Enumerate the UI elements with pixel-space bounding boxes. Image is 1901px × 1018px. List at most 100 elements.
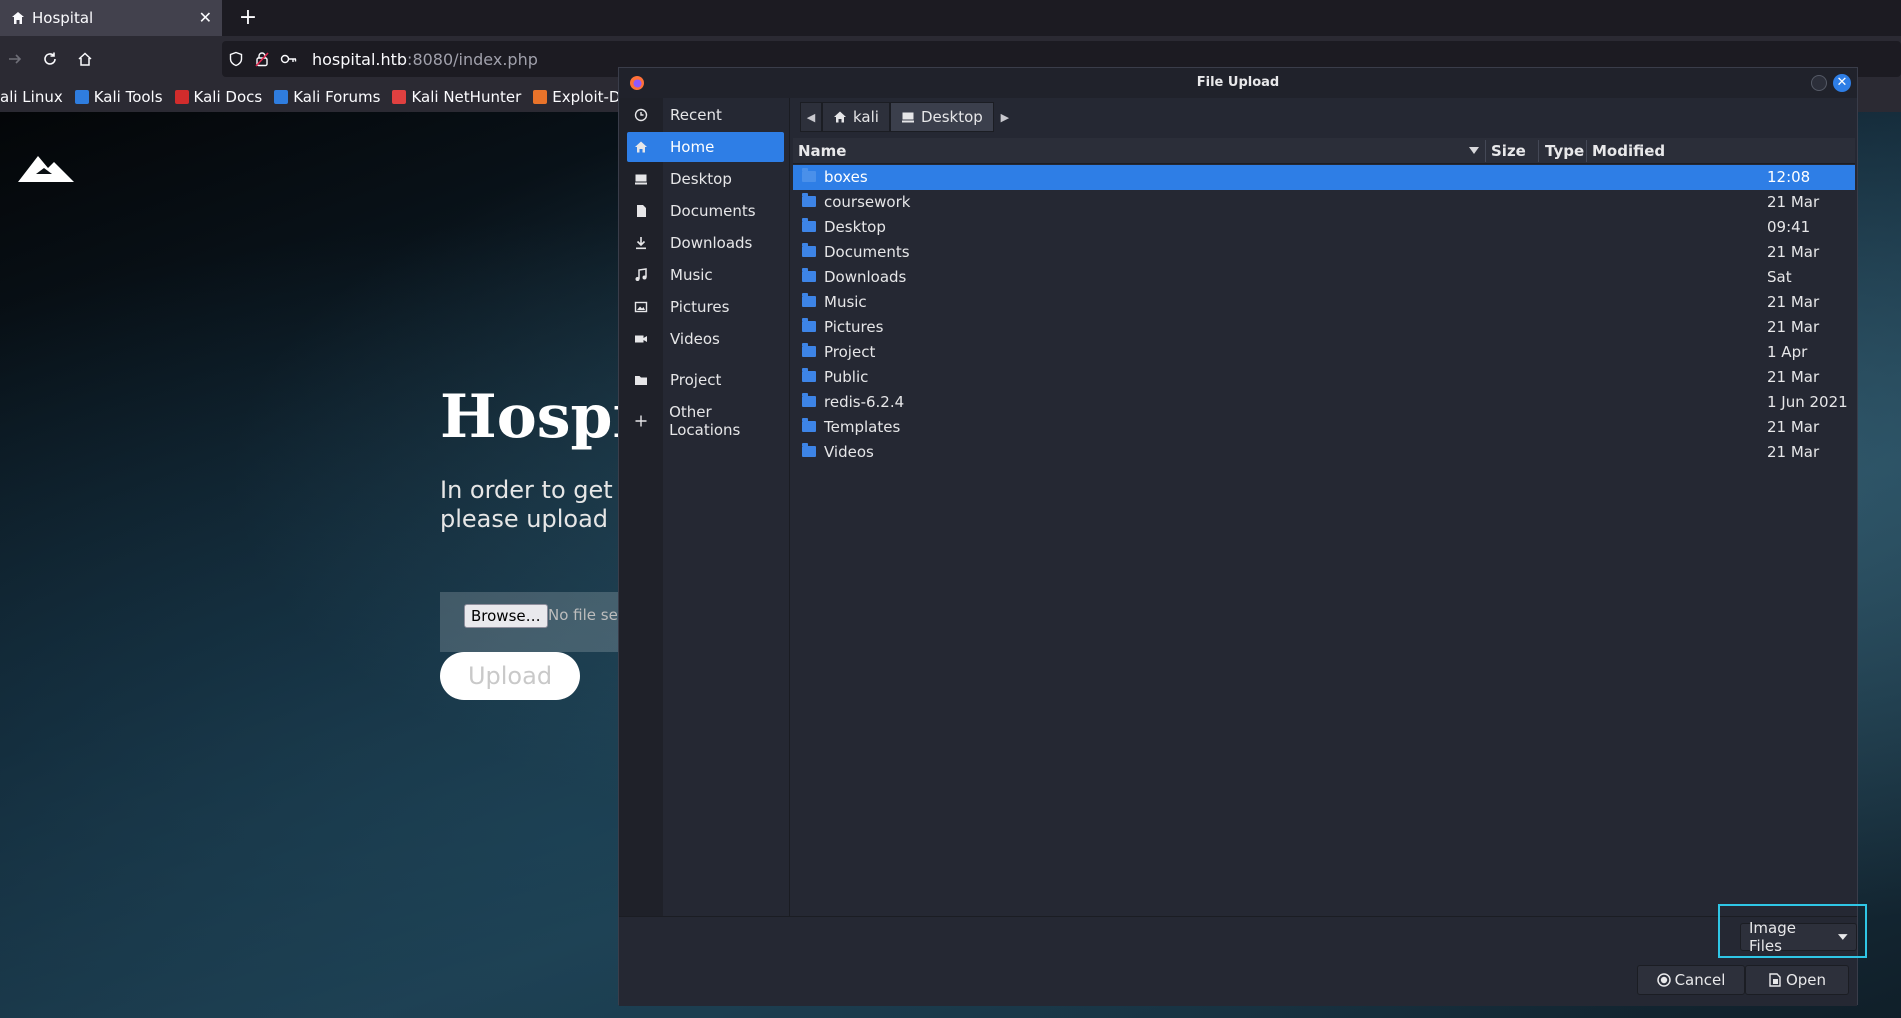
- file-name: Templates: [824, 418, 901, 436]
- column-type[interactable]: Type: [1545, 142, 1584, 160]
- file-row[interactable]: Music 21 Mar: [793, 290, 1855, 315]
- file-row[interactable]: Pictures 21 Mar: [793, 315, 1855, 340]
- column-name[interactable]: Name: [798, 142, 846, 160]
- key-icon[interactable]: [280, 51, 298, 67]
- sidebar-item-other-locations[interactable]: Other Locations: [627, 403, 784, 439]
- url-host: hospital.htb: [312, 49, 408, 69]
- file-modified: 12:08: [1767, 168, 1811, 186]
- sidebar-item-home[interactable]: Home: [627, 132, 784, 162]
- dialog-close-button[interactable]: ✕: [1833, 74, 1851, 92]
- file-row[interactable]: Templates 21 Mar: [793, 415, 1855, 440]
- file-name: redis-6.2.4: [824, 393, 905, 411]
- folder-icon: [627, 373, 655, 387]
- breadcrumb-label: Desktop: [920, 108, 983, 126]
- file-row[interactable]: Project 1 Apr: [793, 340, 1855, 365]
- bookmark-item[interactable]: Exploit-DB: [533, 88, 631, 106]
- breadcrumb-kali[interactable]: kali: [822, 102, 890, 132]
- open-button[interactable]: Open: [1745, 965, 1849, 995]
- sidebar-item-project[interactable]: Project: [627, 365, 784, 395]
- file-modified: 1 Apr: [1767, 343, 1808, 361]
- chevron-down-icon: [1838, 933, 1848, 940]
- open-label: Open: [1785, 971, 1827, 989]
- reload-icon[interactable]: [37, 46, 63, 72]
- tab-hospital[interactable]: Hospital ✕: [0, 0, 222, 36]
- forward-icon[interactable]: [2, 46, 28, 72]
- file-modified: 09:41: [1767, 218, 1811, 236]
- pictures-icon: [627, 300, 655, 314]
- plus-icon: [627, 414, 654, 428]
- file-row[interactable]: Documents 21 Mar: [793, 240, 1855, 265]
- sidebar-item-desktop[interactable]: Desktop: [627, 164, 784, 194]
- sidebar-item-label: Recent: [670, 106, 722, 124]
- bookmark-label: Kali Forums: [293, 88, 381, 106]
- path-scroll-right-icon[interactable]: ▶: [994, 102, 1016, 132]
- folder-icon: [802, 318, 816, 332]
- breadcrumb-desktop[interactable]: Desktop: [889, 102, 994, 132]
- sidebar-item-music[interactable]: Music: [627, 260, 784, 290]
- sidebar-item-documents[interactable]: Documents: [627, 196, 784, 226]
- cancel-label: Cancel: [1674, 971, 1726, 989]
- path-bar: ◀ kali Desktop ▶: [800, 102, 1016, 132]
- sidebar-item-videos[interactable]: Videos: [627, 324, 784, 354]
- file-row[interactable]: Desktop 09:41: [793, 215, 1855, 240]
- file-row[interactable]: Videos 21 Mar: [793, 440, 1855, 465]
- dialog-titlebar[interactable]: File Upload ✕: [619, 68, 1857, 98]
- folder-icon: [802, 168, 816, 182]
- tab-close-icon[interactable]: ✕: [199, 8, 212, 27]
- file-name: Pictures: [824, 318, 884, 336]
- folder-icon: [802, 343, 816, 357]
- file-type-filter-dropdown[interactable]: Image Files: [1740, 919, 1857, 955]
- column-size[interactable]: Size: [1491, 142, 1526, 160]
- bookmark-item[interactable]: Kali Tools: [74, 88, 163, 106]
- sidebar-item-label: Home: [670, 138, 715, 156]
- home-icon: [12, 12, 24, 24]
- shield-icon[interactable]: [228, 51, 244, 67]
- bookmark-label: Kali NetHunter: [411, 88, 522, 106]
- file-name: Project: [824, 343, 876, 361]
- file-modified: 1 Jun 2021: [1767, 393, 1848, 411]
- folder-icon: [802, 393, 816, 407]
- upload-button[interactable]: Upload: [440, 652, 580, 700]
- mountain-logo-icon: [18, 156, 74, 182]
- file-row[interactable]: coursework 21 Mar: [793, 190, 1855, 215]
- file-name: coursework: [824, 193, 911, 211]
- file-name: Documents: [824, 243, 910, 261]
- file-row[interactable]: Public 21 Mar: [793, 365, 1855, 390]
- file-modified: 21 Mar: [1767, 418, 1820, 436]
- bookmark-label: ali Linux: [0, 88, 63, 106]
- file-modified: 21 Mar: [1767, 193, 1820, 211]
- sort-descending-icon[interactable]: [1469, 147, 1479, 155]
- folder-icon: [802, 418, 816, 432]
- bookmark-item[interactable]: Kali Docs: [174, 88, 262, 106]
- sidebar-item-downloads[interactable]: Downloads: [627, 228, 784, 258]
- music-icon: [627, 268, 655, 282]
- desktop-icon: [627, 172, 655, 186]
- bookmark-item[interactable]: Kali Forums: [274, 88, 380, 106]
- folder-icon: [802, 293, 816, 307]
- sidebar-item-recent[interactable]: Recent: [627, 100, 784, 130]
- file-row[interactable]: boxes 12:08: [793, 165, 1855, 190]
- column-separator: [1586, 140, 1587, 162]
- tab-strip: Hospital ✕ +: [0, 0, 1901, 36]
- cancel-button[interactable]: Cancel: [1637, 965, 1745, 995]
- sidebar-item-label: Music: [670, 266, 713, 284]
- path-scroll-left-icon[interactable]: ◀: [800, 102, 822, 132]
- subtitle-line-2: please upload: [440, 505, 609, 533]
- minimize-button[interactable]: [1811, 75, 1827, 91]
- tab-title: Hospital: [32, 9, 94, 27]
- sidebar-item-pictures[interactable]: Pictures: [627, 292, 784, 322]
- bookmark-item[interactable]: ali Linux: [0, 88, 63, 106]
- browse-button[interactable]: Browse…: [464, 604, 548, 628]
- subtitle-line-1: In order to get r: [440, 476, 631, 504]
- column-separator: [1538, 140, 1539, 162]
- home-button-icon[interactable]: [72, 46, 98, 72]
- home-icon: [833, 110, 847, 124]
- bookmark-favicon-icon: [74, 90, 89, 104]
- file-row[interactable]: Downloads Sat: [793, 265, 1855, 290]
- insecure-lock-icon[interactable]: [254, 51, 270, 67]
- file-row[interactable]: redis-6.2.4 1 Jun 2021: [793, 390, 1855, 415]
- sidebar-item-label: Other Locations: [669, 403, 741, 439]
- column-modified[interactable]: Modified: [1592, 142, 1665, 160]
- new-tab-button[interactable]: +: [234, 4, 262, 32]
- bookmark-item[interactable]: Kali NetHunter: [392, 88, 521, 106]
